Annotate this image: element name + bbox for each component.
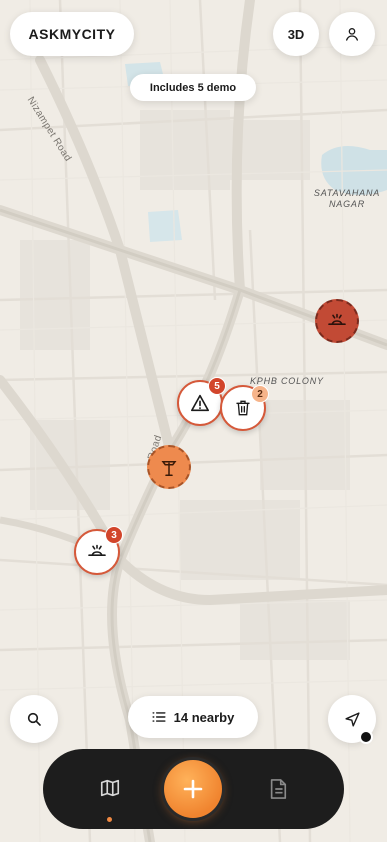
view-3d-toggle[interactable]: 3D <box>273 12 319 56</box>
marker-count-badge: 2 <box>251 385 269 403</box>
nearby-list-button[interactable]: 14 nearby <box>128 696 258 738</box>
streetlight-icon <box>161 461 177 476</box>
search-button[interactable] <box>10 695 58 743</box>
marker-count-badge: 3 <box>105 526 123 544</box>
active-tab-indicator <box>107 817 112 822</box>
warning-icon <box>191 394 209 412</box>
nearby-count-label: 14 nearby <box>173 709 235 725</box>
area-label-satavahana: SATAVAHANA NAGAR <box>312 188 382 210</box>
map-marker-warning[interactable]: 5 <box>177 377 226 426</box>
navigation-icon <box>344 711 360 727</box>
document-icon[interactable] <box>268 778 288 800</box>
marker-count-badge: 5 <box>208 377 226 395</box>
map-marker-trash[interactable]: 2 <box>220 385 269 431</box>
area-label-satavahana-line1: SATAVAHANA <box>313 188 381 198</box>
plus-icon <box>183 779 203 799</box>
search-icon <box>27 712 41 726</box>
trash-icon <box>236 400 250 416</box>
area-label-satavahana-line2: NAGAR <box>328 199 365 209</box>
map-marker-pothole-1[interactable] <box>315 299 359 343</box>
pothole-icon <box>88 544 106 556</box>
demo-banner: Includes 5 demo <box>130 74 256 101</box>
add-report-button[interactable] <box>164 760 222 818</box>
app-brand[interactable]: ASKMYCITY <box>10 12 134 56</box>
bottom-tab-bar <box>43 749 344 829</box>
map-icon[interactable] <box>99 777 121 799</box>
map-marker-streetlight[interactable] <box>147 445 191 489</box>
compass-dot <box>359 730 373 744</box>
list-icon <box>152 712 166 722</box>
user-profile-button[interactable] <box>329 12 375 56</box>
map-marker-pothole-2[interactable]: 3 <box>74 526 123 575</box>
pothole-icon <box>328 313 346 325</box>
user-icon <box>346 28 358 41</box>
